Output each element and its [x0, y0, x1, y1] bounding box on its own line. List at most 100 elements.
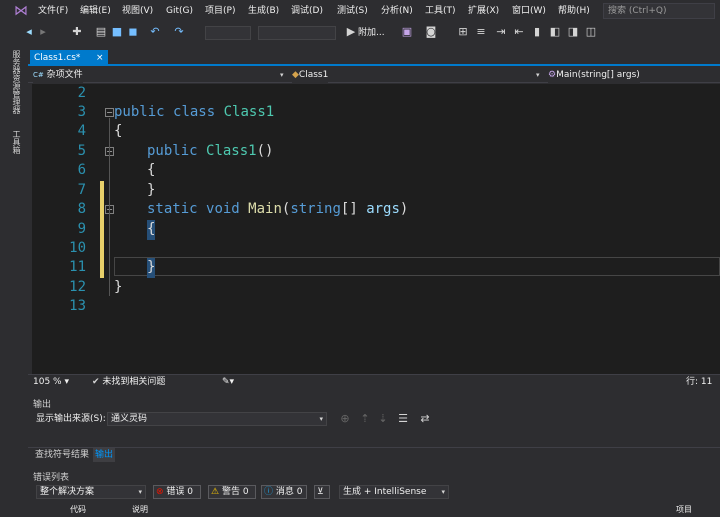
configuration-dropdown[interactable] — [205, 26, 251, 40]
redo-icon[interactable]: ↷ — [172, 25, 186, 39]
method-icon: ⚙ — [548, 70, 557, 80]
menu-build[interactable]: 生成(B) — [248, 4, 279, 18]
screenshot-icon[interactable]: ◙ — [424, 25, 438, 39]
undo-icon[interactable]: ↶ — [148, 25, 162, 39]
save-icon[interactable]: ■ — [110, 25, 124, 39]
menu-project[interactable]: 项目(P) — [205, 4, 235, 18]
menu-extensions[interactable]: 扩展(X) — [468, 4, 499, 18]
output-source-label: 显示输出来源(S): — [36, 414, 106, 424]
brush-icon[interactable]: ✎▾ — [222, 376, 234, 388]
line-number: 8 — [77, 201, 86, 217]
class-icon: ◆ — [292, 70, 299, 80]
menu-test[interactable]: 测试(S) — [337, 4, 368, 18]
menu-window[interactable]: 窗口(W) — [512, 4, 546, 18]
word-wrap-icon[interactable]: ⇄ — [418, 412, 432, 426]
align-icon[interactable]: ≡ — [474, 25, 488, 39]
close-icon[interactable]: × — [96, 50, 104, 66]
messages-filter-button[interactable]: ⓘ 消息 0 — [261, 485, 307, 499]
code-line-8: static void Main(string[] args) — [147, 201, 409, 217]
line-number: 13 — [69, 298, 86, 314]
error-list-title: 错误列表 — [33, 473, 70, 483]
start-icon[interactable]: ▶ — [344, 25, 358, 39]
code-editor[interactable] — [32, 84, 720, 374]
code-line-12: } — [114, 279, 123, 295]
chevron-down-icon: ▾ — [64, 377, 69, 387]
solution-icon[interactable]: ⊞ — [456, 25, 470, 39]
filter-icon[interactable]: ⊻ — [314, 485, 330, 499]
code-line-4: { — [114, 123, 123, 139]
line-indicator: 行: 11 — [686, 377, 713, 387]
tab-class1-cs[interactable]: Class1.cs* × — [30, 50, 108, 66]
chevron-down-icon: ▾ — [319, 415, 323, 423]
chevron-down-icon[interactable]: ▾ — [536, 67, 540, 83]
warning-icon: ⚠ — [211, 487, 220, 497]
clear-all-icon[interactable]: ☰ — [396, 412, 410, 426]
line-number: 5 — [77, 143, 86, 159]
line-number: 11 — [69, 259, 86, 275]
menu-help[interactable]: 帮助(H) — [558, 4, 590, 18]
line-number: 2 — [77, 85, 86, 101]
code-line-5: public Class1() — [147, 143, 274, 159]
find-icon[interactable]: ⊕ — [338, 412, 352, 426]
line-number: 12 — [69, 279, 86, 295]
column-project[interactable]: 项目 — [676, 503, 692, 517]
forward-icon[interactable]: ▸ — [36, 25, 50, 39]
project-dropdown[interactable]: C# 杂项文件 — [33, 67, 83, 83]
tab-label: Class1.cs* — [34, 53, 81, 63]
tab-find-symbol-results[interactable]: 查找符号结果 — [33, 448, 91, 462]
menu-edit[interactable]: 编辑(E) — [80, 4, 111, 18]
chevron-down-icon: ▾ — [441, 488, 445, 496]
menu-tools[interactable]: 工具(T) — [425, 4, 456, 18]
collapse-icon[interactable]: − — [105, 108, 114, 117]
errors-filter-button[interactable]: ⊗ 错误 0 — [153, 485, 201, 499]
next-bookmark-icon[interactable]: ◨ — [566, 25, 580, 39]
tab-output[interactable]: 输出 — [93, 448, 116, 462]
clear-bookmarks-icon[interactable]: ◫ — [584, 25, 598, 39]
column-code[interactable]: 代码 — [70, 503, 86, 517]
line-number: 6 — [77, 162, 86, 178]
save-all-icon[interactable]: ◼ — [126, 25, 140, 39]
type-dropdown[interactable]: ◆Class1 — [292, 67, 329, 83]
indent-icon[interactable]: ⇥ — [494, 25, 508, 39]
attach-button[interactable]: 附加... — [358, 26, 385, 40]
menu-git[interactable]: Git(G) — [166, 4, 193, 18]
platform-dropdown[interactable] — [258, 26, 336, 40]
check-circle-icon: ✔ — [92, 377, 100, 387]
code-line-7: } — [147, 182, 156, 198]
next-message-icon[interactable]: ⇣ — [376, 412, 390, 426]
menu-analyze[interactable]: 分析(N) — [381, 4, 413, 18]
code-line-9: { — [147, 220, 156, 240]
column-description[interactable]: 说明 — [132, 503, 148, 517]
code-line-11: } — [147, 258, 156, 278]
output-source-dropdown[interactable]: 通义灵码 ▾ — [107, 412, 327, 426]
toolbox-tab[interactable]: 工具箱 — [11, 130, 21, 160]
chevron-down-icon[interactable]: ▾ — [280, 67, 284, 83]
browser-link-icon[interactable]: ▣ — [400, 25, 414, 39]
search-input[interactable]: 搜索 (Ctrl+Q) — [603, 3, 715, 19]
scope-dropdown[interactable]: 整个解决方案 ▾ — [36, 485, 146, 499]
bookmark-icon[interactable]: ▮ — [530, 25, 544, 39]
current-line-highlight — [114, 257, 720, 276]
menu-file[interactable]: 文件(F) — [38, 4, 68, 18]
outdent-icon[interactable]: ⇤ — [512, 25, 526, 39]
issues-indicator[interactable]: ✔ 未找到相关问题 — [92, 376, 165, 388]
line-number: 10 — [69, 240, 86, 256]
warnings-filter-button[interactable]: ⚠ 警告 0 — [208, 485, 256, 499]
prev-bookmark-icon[interactable]: ◧ — [548, 25, 562, 39]
zoom-dropdown[interactable]: 105 % ▾ — [33, 376, 69, 388]
line-number: 3 — [77, 104, 86, 120]
change-marker — [100, 181, 104, 278]
server-explorer-tab[interactable]: 服务器资源管理器 — [11, 50, 21, 124]
menu-view[interactable]: 视图(V) — [122, 4, 153, 18]
code-line-6: { — [147, 162, 156, 178]
back-icon[interactable]: ◂ — [22, 25, 36, 39]
member-dropdown[interactable]: ⚙Main(string[] args) — [548, 67, 640, 83]
menu-debug[interactable]: 调试(D) — [291, 4, 323, 18]
new-item-icon[interactable]: ✚ — [70, 25, 84, 39]
prev-message-icon[interactable]: ⇡ — [358, 412, 372, 426]
open-icon[interactable]: ▤ — [94, 25, 108, 39]
chevron-down-icon: ▾ — [138, 488, 142, 496]
visual-studio-logo-icon: ⋈ — [14, 3, 28, 19]
code-line-3: public class Class1 — [114, 104, 275, 120]
build-intellisense-dropdown[interactable]: 生成 + IntelliSense ▾ — [339, 485, 449, 499]
